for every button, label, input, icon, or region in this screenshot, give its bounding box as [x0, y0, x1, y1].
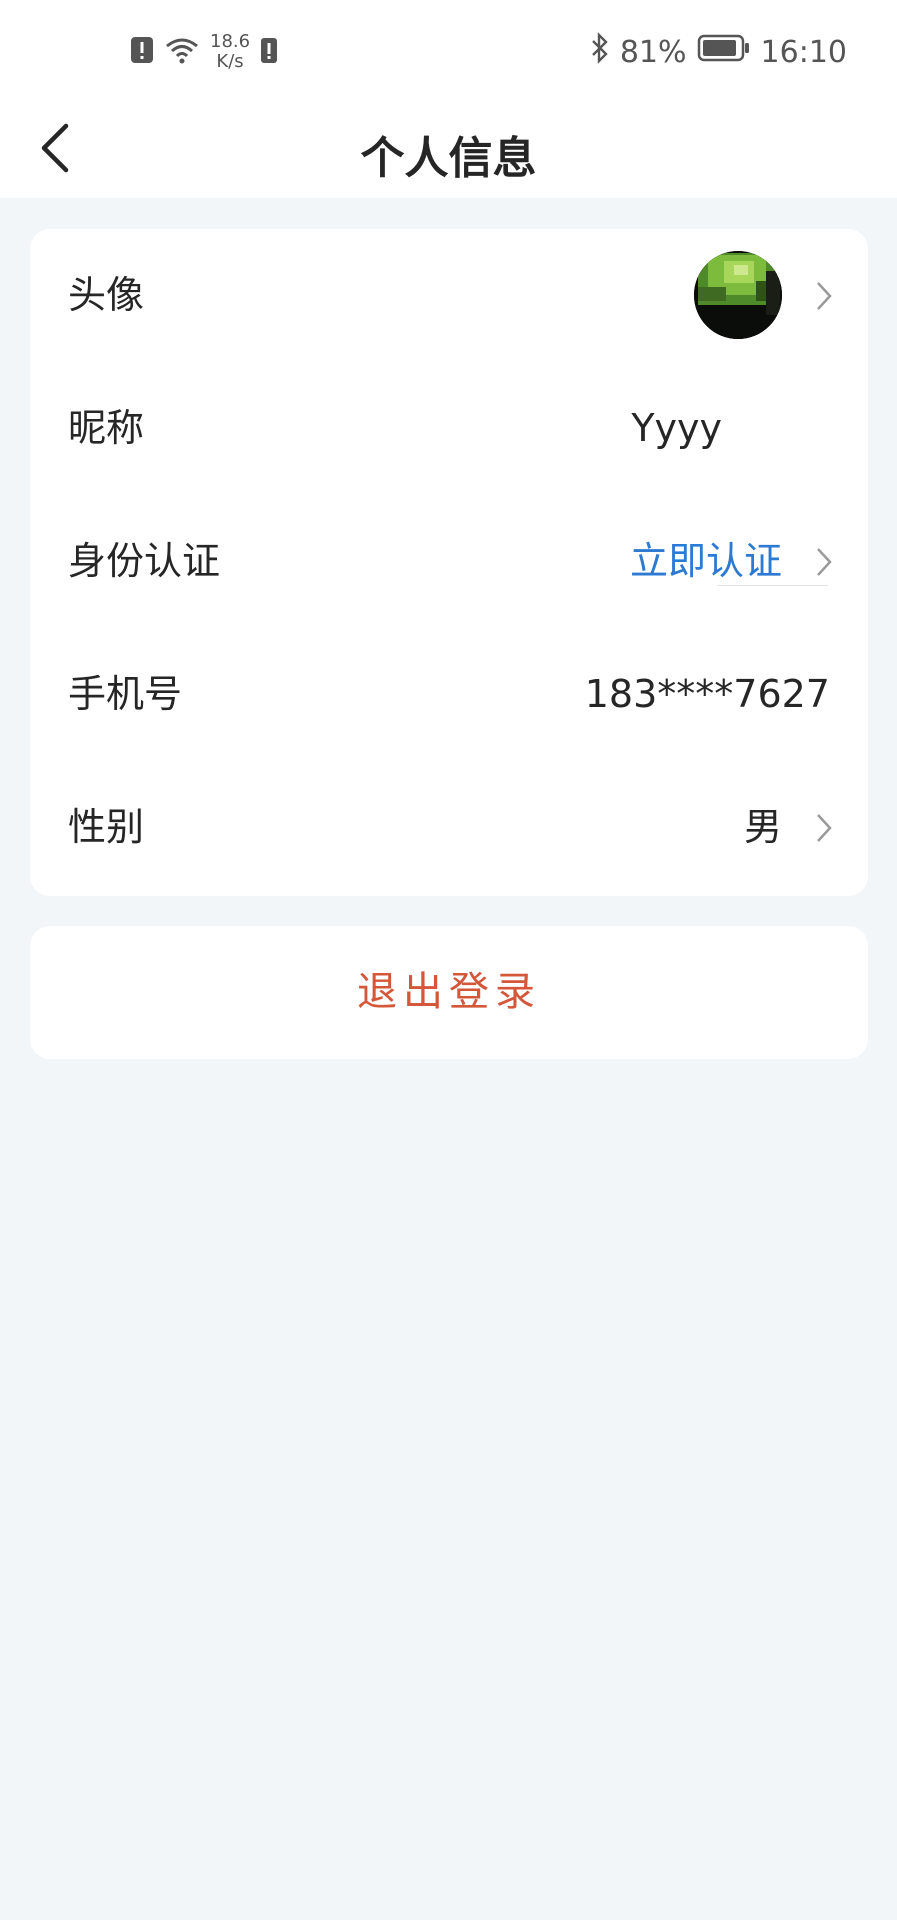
nickname-label: 昵称	[68, 406, 145, 450]
verify-now-link[interactable]: 立即认证	[630, 495, 782, 628]
status-right: 81% 16:10	[590, 30, 847, 74]
battery-icon	[697, 34, 751, 70]
phone-row: 手机号 183****7627	[30, 628, 868, 761]
network-speed: 18.6 K/s	[210, 32, 250, 72]
network-speed-unit: K/s	[216, 51, 244, 72]
battery-percent: 81%	[619, 34, 687, 70]
chevron-right-icon	[814, 546, 834, 578]
nickname-row: 昵称 Yyyy	[30, 362, 868, 495]
logout-card: 退出登录	[30, 926, 868, 1059]
network-speed-value: 18.6	[210, 31, 251, 52]
chevron-right-icon	[814, 280, 834, 312]
chevron-right-icon	[814, 812, 834, 844]
gender-value: 男	[743, 805, 782, 849]
alert-icon	[130, 35, 154, 69]
clock: 16:10	[760, 34, 847, 70]
wifi-icon	[164, 35, 200, 69]
logout-button[interactable]: 退出登录	[30, 926, 868, 1059]
phone-label: 手机号	[68, 672, 183, 716]
sim-alert-icon	[260, 35, 278, 69]
page-title: 个人信息	[360, 133, 537, 184]
profile-info-card: 头像 昵称 Yyyy 身份认证 立即认证 手机号 183****7627 性别 …	[30, 229, 868, 896]
avatar-row[interactable]: 头像	[30, 229, 868, 362]
phone-value: 183****7627	[584, 672, 830, 716]
status-left: 18.6 K/s	[130, 30, 278, 74]
identity-label: 身份认证	[68, 539, 221, 583]
identity-row[interactable]: 身份认证 立即认证	[30, 495, 868, 628]
status-bar: 18.6 K/s 81% 16:10	[0, 0, 897, 100]
avatar[interactable]	[694, 251, 782, 339]
gender-label: 性别	[68, 805, 145, 849]
nickname-value: Yyyy	[631, 406, 722, 450]
header: 个人信息	[0, 100, 897, 198]
bluetooth-icon	[590, 32, 610, 72]
gender-row[interactable]: 性别 男	[30, 761, 868, 894]
avatar-label: 头像	[68, 273, 145, 317]
verify-underline	[718, 585, 828, 586]
